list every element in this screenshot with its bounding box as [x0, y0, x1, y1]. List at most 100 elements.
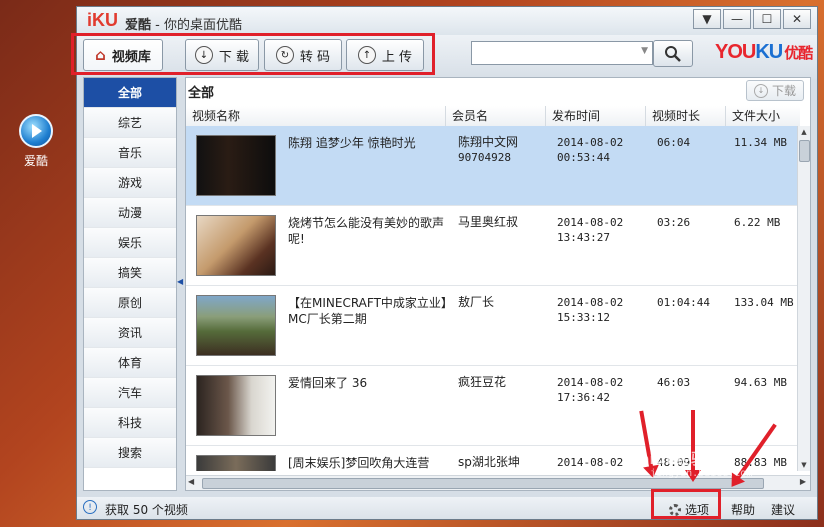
video-date: 2014-08-02 15:33:12	[557, 295, 653, 325]
close-button[interactable]: ✕	[783, 9, 811, 29]
download-button[interactable]: ↓ 下载	[746, 80, 804, 101]
video-date: 2014-08-02 17:36:42	[557, 375, 653, 405]
window-controls: ▼ — ☐ ✕	[693, 9, 811, 29]
video-duration: 46:03	[657, 376, 691, 389]
video-thumbnail	[196, 135, 276, 196]
table-row[interactable]: 烧烤节怎么能没有美妙的歌声呢! 马里奥红叔 2014-08-02 13:43:27…	[186, 206, 800, 286]
video-title: 爱情回来了 36	[288, 376, 368, 390]
info-icon: !	[83, 500, 97, 514]
panel-title: 全部	[188, 86, 215, 101]
video-user: 敖厂长	[458, 295, 550, 310]
file-size: 11.34 MB	[734, 136, 787, 149]
chevron-down-icon[interactable]: ▼	[641, 46, 648, 56]
download-icon: ↓	[753, 83, 768, 98]
publish-date: 2014-08-02	[557, 376, 624, 389]
user-id: 90704928	[458, 151, 511, 164]
app-window: iKU 爱酷 - 你的桌面优酷 ▼ — ☐ ✕ ⌂ 视频库 ↓ 下 载 ↻ 转 …	[71, 6, 818, 520]
publish-time: 00:53:44	[557, 151, 610, 164]
vertical-scrollbar[interactable]: ▲ ▼	[797, 126, 810, 471]
video-thumbnail	[196, 215, 276, 276]
sidebar-item-games[interactable]: 游戏	[84, 168, 176, 198]
collapse-sidebar-icon[interactable]: ◀	[177, 277, 183, 286]
video-thumbnail	[196, 375, 276, 436]
toolbar: ⌂ 视频库 ↓ 下 载 ↻ 转 码 ↑ 上 传 ▼ YOUKU 优酷	[71, 33, 817, 79]
column-header-user[interactable]: 会员名	[446, 106, 546, 126]
sidebar-item-funny[interactable]: 搞笑	[84, 258, 176, 288]
sidebar-item-music[interactable]: 音乐	[84, 138, 176, 168]
user-name: 马里奥红叔	[458, 215, 519, 229]
scroll-left-icon[interactable]: ◀	[188, 477, 194, 486]
column-header-name[interactable]: 视频名称	[186, 106, 446, 126]
title-bar: iKU 爱酷 - 你的桌面优酷 ▼ — ☐ ✕	[77, 7, 817, 35]
column-header-size[interactable]: 文件大小	[726, 106, 800, 126]
publish-time: 13:43:27	[557, 231, 610, 244]
column-header-duration[interactable]: 视频时长	[646, 106, 726, 126]
user-name: 陈翔中文网	[458, 135, 519, 149]
logo-cn: 优酷	[784, 45, 813, 62]
scrollbar-thumb[interactable]	[799, 140, 810, 162]
search-input[interactable]: ▼	[471, 41, 653, 65]
sidebar-item-anime[interactable]: 动漫	[84, 198, 176, 228]
video-thumbnail	[196, 295, 276, 356]
video-user: 陈翔中文网 90704928	[458, 135, 550, 165]
publish-time: 17:36:42	[557, 391, 610, 404]
video-title: [周末娱乐]梦回吹角大连营	[288, 456, 430, 470]
sidebar-item-tech[interactable]: 科技	[84, 408, 176, 438]
window-title-tagline: - 你的桌面优酷	[151, 18, 242, 33]
video-title: 【在MINECRAFT中成家立业】MC厂长第二期	[288, 296, 447, 326]
feedback-button[interactable]: 建议	[771, 501, 795, 518]
file-size: 133.04 MB	[734, 296, 794, 309]
search-icon	[665, 45, 681, 62]
file-size: 94.63 MB	[734, 376, 787, 389]
sidebar-item-news[interactable]: 资讯	[84, 318, 176, 348]
logo-ku: KU	[755, 41, 783, 63]
menu-dropdown-button[interactable]: ▼	[693, 9, 721, 29]
video-date: 2014-08-02 13:43:27	[557, 215, 653, 245]
sidebar-item-variety[interactable]: 综艺	[84, 108, 176, 138]
video-duration: 03:26	[657, 216, 691, 229]
watermark-url: jingyan.baidu.com	[650, 468, 753, 479]
status-text: 获取 50 个视频	[105, 503, 188, 517]
logo-you: YOU	[715, 41, 756, 63]
table-row[interactable]: 陈翔 追梦少年 惊艳时光 陈翔中文网 90704928 2014-08-02 00:…	[186, 126, 800, 206]
table-row[interactable]: 爱情回来了 36 疯狂豆花 2014-08-02 17:36:42 46:03 9…	[186, 366, 800, 446]
sidebar-item-all[interactable]: 全部	[84, 78, 176, 108]
scroll-down-icon[interactable]: ▼	[798, 459, 810, 471]
status-bar: ! 获取 50 个视频 选项 帮助 建议	[77, 489, 817, 519]
desktop-icon[interactable]: 爱酷	[14, 114, 58, 169]
user-name: 敖厂长	[458, 295, 495, 309]
maximize-button[interactable]: ☐	[753, 9, 781, 29]
video-user: 马里奥红叔	[458, 215, 550, 230]
tabs-highlight-box	[71, 33, 435, 75]
sidebar-item-search[interactable]: 搜索	[84, 438, 176, 468]
publish-date: 2014-08-02	[557, 216, 624, 229]
sidebar-item-cars[interactable]: 汽车	[84, 378, 176, 408]
scrollbar-thumb[interactable]	[202, 478, 764, 489]
help-button[interactable]: 帮助	[731, 501, 755, 518]
column-header-date[interactable]: 发布时间	[546, 106, 646, 126]
options-highlight-box	[651, 489, 721, 519]
publish-date: 2014-08-02	[557, 456, 624, 469]
video-list-panel: 全部 ↓ 下载 视频名称 会员名 发布时间 视频时长 文件大小 陈翔 追梦少年 …	[185, 77, 811, 491]
scroll-right-icon[interactable]: ▶	[800, 477, 806, 486]
table-row[interactable]: 【在MINECRAFT中成家立业】MC厂长第二期 敖厂长 2014-08-02 1…	[186, 286, 800, 366]
video-duration: 01:04:44	[657, 296, 710, 309]
watermark: Baidu经验	[628, 450, 707, 468]
sidebar-item-original[interactable]: 原创	[84, 288, 176, 318]
minimize-button[interactable]: —	[723, 9, 751, 29]
publish-date: 2014-08-02	[557, 136, 624, 149]
sidebar-item-sports[interactable]: 体育	[84, 348, 176, 378]
sidebar-item-entertainment[interactable]: 娱乐	[84, 228, 176, 258]
search-button[interactable]	[653, 40, 693, 67]
video-date: 2014-08-02 00:53:44	[557, 135, 653, 165]
user-name: 疯狂豆花	[458, 375, 507, 389]
window-title: 爱酷 - 你的桌面优酷	[125, 14, 242, 33]
scroll-up-icon[interactable]: ▲	[798, 126, 810, 138]
video-thumbnail	[196, 455, 276, 471]
user-name: sp湖北张坤	[458, 455, 520, 469]
publish-date: 2014-08-02	[557, 296, 624, 309]
video-user: 疯狂豆花	[458, 375, 550, 390]
iku-app-icon	[19, 114, 53, 148]
video-title: 烧烤节怎么能没有美妙的歌声呢!	[288, 216, 445, 246]
video-table-body: 陈翔 追梦少年 惊艳时光 陈翔中文网 90704928 2014-08-02 00:…	[186, 126, 800, 471]
